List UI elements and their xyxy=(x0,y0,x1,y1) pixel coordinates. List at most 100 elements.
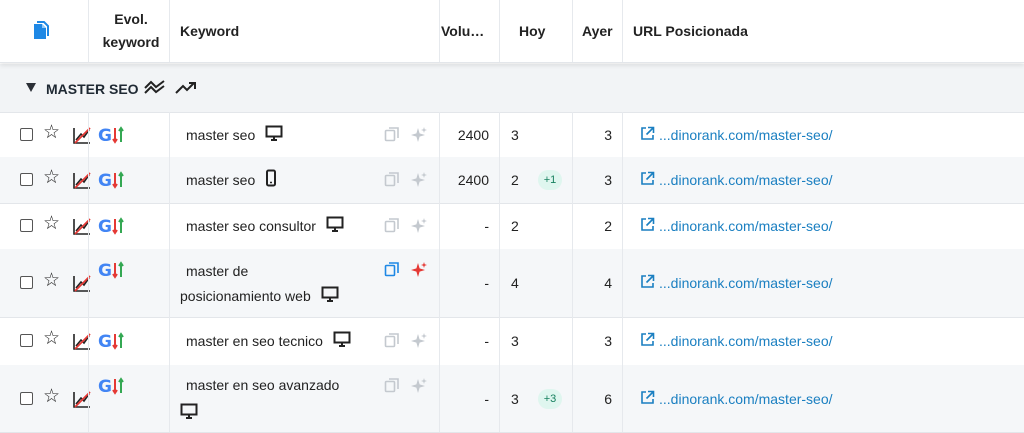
header-keyword[interactable]: Keyword xyxy=(180,0,239,62)
position-today: 3 xyxy=(511,333,519,349)
trending-up-icon[interactable] xyxy=(175,80,197,96)
svg-text:G: G xyxy=(98,377,112,397)
row-checkbox[interactable] xyxy=(20,128,33,141)
keyword-text-line2: posicionamiento web xyxy=(180,284,339,309)
header-url[interactable]: URL Posicionada xyxy=(633,0,748,62)
trend-compare-icon[interactable] xyxy=(144,79,166,97)
star-icon[interactable]: ☆ xyxy=(43,329,60,348)
star-icon[interactable]: ☆ xyxy=(43,214,60,233)
url-text[interactable]: ...dinorank.com/master-seo/ xyxy=(659,275,833,291)
google-ranking-icon[interactable]: G xyxy=(98,124,128,149)
header-evol-line1: Evol. xyxy=(114,11,148,27)
copy-icon[interactable] xyxy=(384,217,401,237)
position-today: 2 xyxy=(511,218,519,234)
keyword-text: master en seo tecnico xyxy=(186,329,351,354)
table-row[interactable]: ☆ G master en seo tecnico - 3 3 ...dinor… xyxy=(0,317,1024,366)
table-row[interactable]: ☆ G master seo xyxy=(0,157,1024,204)
ranked-url-link[interactable]: ...dinorank.com/master-seo/ xyxy=(640,274,833,292)
google-ranking-icon[interactable]: G xyxy=(98,169,128,194)
header-ayer[interactable]: Ayer xyxy=(582,0,613,62)
copy-icon[interactable] xyxy=(384,261,401,281)
keyword-line1: master en seo avanzado xyxy=(186,377,340,393)
evolution-chart-icon[interactable] xyxy=(72,170,92,193)
group-row[interactable]: MASTER SEO xyxy=(0,64,1024,113)
evolution-chart-icon[interactable] xyxy=(72,389,92,412)
google-ranking-icon[interactable]: G xyxy=(98,259,128,284)
position-yesterday: 4 xyxy=(604,275,612,291)
table-row[interactable]: ☆ G master de posicionamiento web - 4 4 … xyxy=(0,249,1024,318)
url-text[interactable]: ...dinorank.com/master-seo/ xyxy=(659,391,833,407)
ai-sparkle-icon[interactable] xyxy=(410,171,428,192)
keyword-text: master de xyxy=(186,259,248,283)
ranked-url-link[interactable]: ...dinorank.com/master-seo/ xyxy=(640,171,833,189)
keyword-text: master seo xyxy=(186,168,277,194)
keyword-text: master seo xyxy=(186,123,283,148)
external-link-icon xyxy=(640,274,659,292)
table-header: Evol. keyword Keyword Volu… Hoy Ayer URL… xyxy=(0,0,1024,63)
desktop-icon xyxy=(333,330,351,354)
header-volume[interactable]: Volu… xyxy=(441,0,484,62)
google-ranking-icon[interactable]: G xyxy=(98,330,128,355)
evolution-chart-icon[interactable] xyxy=(72,273,92,296)
copy-icon[interactable] xyxy=(384,377,401,397)
copy-icon[interactable] xyxy=(384,171,401,191)
ranked-url-link[interactable]: ...dinorank.com/master-seo/ xyxy=(640,390,833,408)
ai-sparkle-icon[interactable] xyxy=(410,126,428,147)
ranked-url-link[interactable]: ...dinorank.com/master-seo/ xyxy=(640,332,833,350)
table-row[interactable]: ☆ G master seo xyxy=(0,112,1024,158)
ranked-url-link[interactable]: ...dinorank.com/master-seo/ xyxy=(640,217,833,235)
row-checkbox[interactable] xyxy=(20,334,33,347)
position-yesterday: 3 xyxy=(604,333,612,349)
mobile-icon xyxy=(265,169,277,194)
url-text[interactable]: ...dinorank.com/master-seo/ xyxy=(659,127,833,143)
ai-sparkle-icon[interactable] xyxy=(410,332,428,353)
external-link-icon xyxy=(640,332,659,350)
keyword-text: master seo consultor xyxy=(186,214,344,239)
url-text[interactable]: ...dinorank.com/master-seo/ xyxy=(659,218,833,234)
collapse-triangle-icon[interactable] xyxy=(26,83,36,92)
evolution-chart-icon[interactable] xyxy=(72,331,92,354)
row-checkbox[interactable] xyxy=(20,276,33,289)
export-file-icon[interactable] xyxy=(32,0,50,62)
ranked-url-link[interactable]: ...dinorank.com/master-seo/ xyxy=(640,126,833,144)
row-checkbox[interactable] xyxy=(20,173,33,186)
position-change-badge: +3 xyxy=(538,389,562,409)
evolution-chart-icon[interactable] xyxy=(72,216,92,239)
star-icon[interactable]: ☆ xyxy=(43,168,60,187)
header-evol-keyword[interactable]: Evol. keyword xyxy=(94,0,168,62)
header-hoy[interactable]: Hoy xyxy=(519,0,545,62)
table-row[interactable]: ☆ G master en seo avanzado - 3 +3 6 ...d… xyxy=(0,365,1024,433)
position-yesterday: 6 xyxy=(604,391,612,407)
volume-value: - xyxy=(484,333,489,349)
external-link-icon xyxy=(640,390,659,408)
desktop-icon xyxy=(326,215,344,239)
volume-value: - xyxy=(484,275,489,291)
row-checkbox[interactable] xyxy=(20,219,33,232)
svg-text:G: G xyxy=(98,261,112,281)
star-icon[interactable]: ☆ xyxy=(43,387,60,406)
table-row[interactable]: ☆ G master seo consultor - 2 2 ...dinora… xyxy=(0,203,1024,250)
star-icon[interactable]: ☆ xyxy=(43,123,60,142)
star-icon[interactable]: ☆ xyxy=(43,271,60,290)
google-ranking-icon[interactable]: G xyxy=(98,375,128,400)
copy-icon[interactable] xyxy=(384,126,401,146)
url-text[interactable]: ...dinorank.com/master-seo/ xyxy=(659,333,833,349)
position-today: 2 xyxy=(511,172,519,188)
position-today: 3 xyxy=(511,127,519,143)
volume-value: 2400 xyxy=(457,127,489,143)
keyword-line1: master seo consultor xyxy=(186,218,316,234)
google-ranking-icon[interactable]: G xyxy=(98,215,128,240)
copy-icon[interactable] xyxy=(384,332,401,352)
evolution-chart-icon[interactable] xyxy=(72,125,92,148)
external-link-icon xyxy=(640,217,659,235)
ai-sparkle-icon[interactable] xyxy=(410,261,428,282)
ai-sparkle-icon[interactable] xyxy=(410,377,428,398)
position-today: 4 xyxy=(511,275,519,291)
row-checkbox[interactable] xyxy=(20,392,33,405)
ai-sparkle-icon[interactable] xyxy=(410,217,428,238)
url-text[interactable]: ...dinorank.com/master-seo/ xyxy=(659,172,833,188)
group-title: MASTER SEO xyxy=(46,81,139,97)
keyword-line1: master seo xyxy=(186,127,256,143)
svg-text:G: G xyxy=(98,126,112,146)
keyword-line2: posicionamiento web xyxy=(180,288,311,304)
